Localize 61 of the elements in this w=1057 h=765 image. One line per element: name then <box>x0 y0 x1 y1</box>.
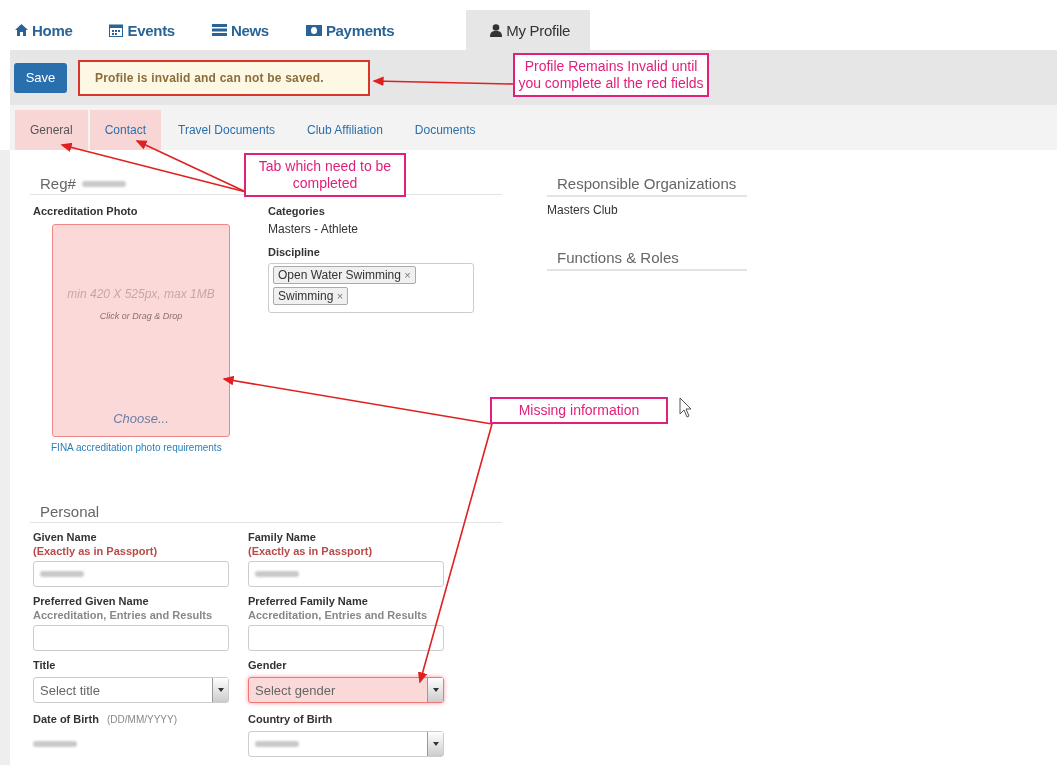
nav-tab[interactable]: Events <box>104 10 191 50</box>
home-icon <box>15 24 28 36</box>
requirements-link[interactable]: FINA accreditation photo requirements <box>51 442 268 453</box>
text-field[interactable] <box>33 561 229 587</box>
field-label: Family Name <box>248 531 317 545</box>
field-label: Preferred Family Name <box>248 595 369 609</box>
error-alert: Profile is invalid and can not be saved. <box>78 59 370 96</box>
caret-icon <box>427 678 443 702</box>
text-field[interactable] <box>248 625 444 651</box>
nav-tab[interactable]: Home <box>10 10 89 50</box>
blurred-value <box>40 571 84 577</box>
category-value: Masters - Athlete <box>268 222 360 236</box>
list-icon <box>211 24 227 36</box>
annotation-callout: Missing information <box>490 397 668 424</box>
section-title: Responsible Organizations <box>557 175 737 192</box>
nav-tab[interactable]: News <box>206 10 285 50</box>
tab[interactable]: Travel Documents <box>163 110 290 150</box>
caret-icon <box>212 678 228 702</box>
text-field[interactable] <box>248 561 444 587</box>
blurred-value <box>255 741 299 747</box>
field-label: Discipline <box>268 246 321 260</box>
select-field[interactable]: Select title <box>33 677 229 703</box>
nav-tab[interactable]: My Profile <box>466 10 591 50</box>
field-note: (Exactly as in Passport) <box>248 545 374 557</box>
discipline-field[interactable]: Open Water Swimming × Swimming × <box>268 263 474 313</box>
annotation-callout: Profile Remains Invalid until you complete all the red fields <box>513 53 709 97</box>
discipline-tag[interactable]: Open Water Swimming × <box>273 266 416 284</box>
field-note: Accreditation, Entries and Results <box>248 609 429 621</box>
field-label: Categories <box>268 205 326 219</box>
section-title: Functions & Roles <box>557 249 679 266</box>
caret-icon <box>427 732 443 756</box>
photo-upload-area[interactable]: min 420 X 525px, max 1MB Click or Drag & Drop Choose... <box>52 224 230 437</box>
field-label: Date of Birth (DD/MM/YYYY) <box>33 713 178 727</box>
banknote-icon <box>305 24 322 36</box>
field-note: (Exactly as in Passport) <box>33 545 159 557</box>
tab[interactable]: Club Affiliation <box>292 110 398 150</box>
field-label: Given Name <box>33 531 98 545</box>
field-label: Preferred Given Name <box>33 595 150 609</box>
calendar-icon <box>109 23 124 37</box>
field-label: Country of Birth <box>248 713 334 727</box>
select-field[interactable]: Select gender <box>248 677 444 703</box>
save-button[interactable]: Save <box>14 62 67 93</box>
field-label: Title <box>33 659 57 673</box>
cursor-icon <box>679 397 692 418</box>
tab[interactable]: Documents <box>399 110 491 150</box>
blurred-value <box>255 571 299 577</box>
nav-tab[interactable]: Payments <box>300 10 411 50</box>
registration-label: Reg# <box>40 175 76 192</box>
text-field[interactable] <box>33 625 229 651</box>
section-title: Personal <box>40 503 100 520</box>
format-hint: (DD/MM/YYYY) <box>107 714 177 725</box>
annotation-callout: Tab which need to be completed <box>244 153 406 197</box>
select-field[interactable] <box>248 731 444 757</box>
field-label: Accreditation Photo <box>33 205 139 219</box>
tab[interactable]: General <box>15 110 88 150</box>
user-icon <box>490 23 503 37</box>
field-note: Accreditation, Entries and Results <box>33 609 214 621</box>
tab[interactable]: Contact <box>89 110 162 150</box>
discipline-tag[interactable]: Swimming × <box>273 287 349 305</box>
organization-name: Masters Club <box>547 203 619 217</box>
field-label: Gender <box>248 659 288 673</box>
